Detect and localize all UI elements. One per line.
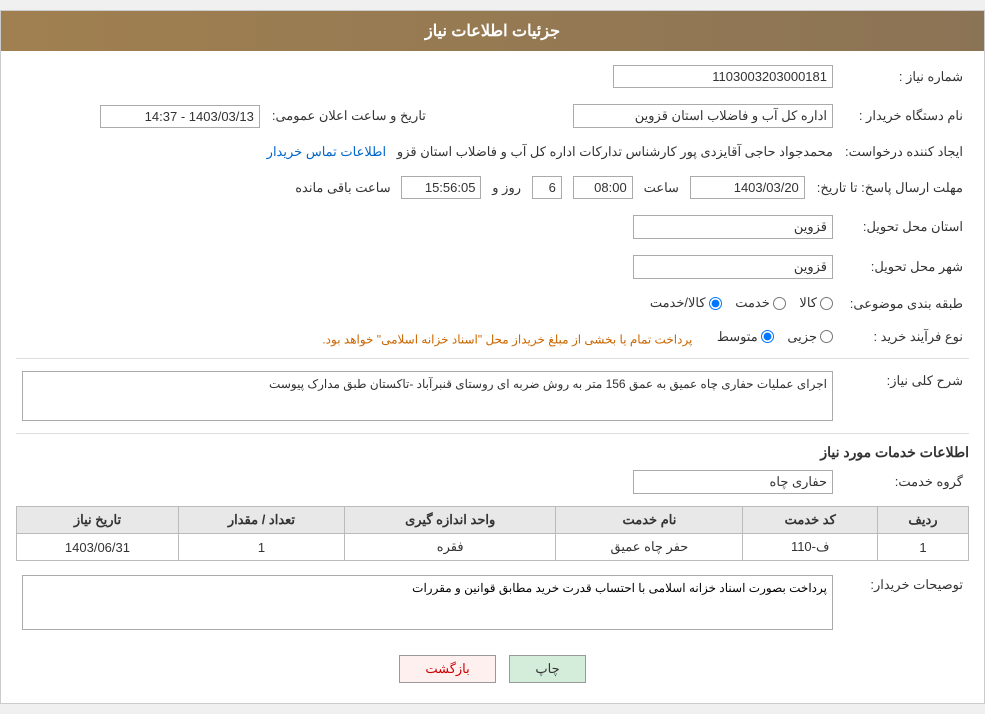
col-count: تعداد / مقدار — [178, 507, 344, 534]
need-number-value: 1103003203000181 — [16, 61, 839, 92]
service-group-display: حفاری چاه — [633, 470, 833, 494]
remaining-label: ساعت باقی مانده — [295, 180, 390, 195]
purchase-motawaset-option[interactable]: متوسط — [717, 329, 774, 345]
page-title: جزئیات اطلاعات نیاز — [425, 23, 560, 40]
city-label: شهر محل تحویل: — [839, 251, 969, 283]
announce-datetime-value: 1403/03/13 - 14:37 — [16, 100, 266, 132]
remaining-time: 15:56:05 — [401, 176, 481, 199]
province-display: قزوین — [633, 215, 833, 239]
city-value: قزوین — [16, 251, 839, 283]
purchase-jozyi-label: جزیی — [787, 329, 817, 345]
deadline-date: 1403/03/20 — [690, 176, 805, 199]
creator-contact-link[interactable]: اطلاعات تماس خریدار — [267, 144, 386, 159]
deadline-label: مهلت ارسال پاسخ: تا تاریخ: — [811, 172, 969, 203]
province-value: قزوین — [16, 211, 839, 243]
page-header: جزئیات اطلاعات نیاز — [1, 11, 984, 51]
service-group-value: حفاری چاه — [16, 466, 839, 498]
purchase-type-label: نوع فرآیند خرید : — [839, 325, 969, 351]
category-kala-radio[interactable] — [820, 297, 833, 310]
table-row: 1ف-110حفر چاه عمیقفقره11403/06/31 — [17, 534, 969, 561]
cell-row: 1 — [877, 534, 968, 561]
cell-unit: فقره — [344, 534, 555, 561]
page-wrapper: جزئیات اطلاعات نیاز شماره نیاز : 1103003… — [0, 10, 985, 704]
buyer-notes-value — [16, 571, 839, 637]
button-row: چاپ بازگشت — [16, 645, 969, 693]
services-table: ردیف کد خدمت نام خدمت واحد اندازه گیری ت… — [16, 506, 969, 561]
service-group-row: گروه خدمت: حفاری چاه — [16, 466, 969, 498]
cell-date: 1403/06/31 — [17, 534, 179, 561]
print-button[interactable]: چاپ — [509, 655, 585, 683]
services-info-title: اطلاعات خدمات مورد نیاز — [16, 444, 969, 461]
deadline-row: مهلت ارسال پاسخ: تا تاریخ: 1403/03/20 سا… — [16, 172, 969, 203]
purchase-jozyi-radio[interactable] — [820, 330, 833, 343]
col-code: کد خدمت — [743, 507, 878, 534]
divider-2 — [16, 433, 969, 434]
service-group-label: گروه خدمت: — [839, 466, 969, 498]
creator-value: محمدجواد حاجی آقایزدی پور کارشناس تدارکا… — [16, 140, 839, 164]
category-options: کالا خدمت کالا/خدمت — [16, 291, 839, 317]
cell-count: 1 — [178, 534, 344, 561]
cell-code: ف-110 — [743, 534, 878, 561]
purchase-motawaset-label: متوسط — [717, 329, 758, 345]
purchase-jozyi-option[interactable]: جزیی — [787, 329, 833, 345]
col-row: ردیف — [877, 507, 968, 534]
cell-name: حفر چاه عمیق — [556, 534, 743, 561]
need-number-label: شماره نیاز : — [839, 61, 969, 92]
deadline-values: 1403/03/20 ساعت 08:00 6 روز و 15:56:05 س… — [16, 172, 811, 203]
category-khedmat-label: خدمت — [735, 295, 770, 311]
deadline-days: 6 — [532, 176, 562, 199]
buyer-notes-row: توصیحات خریدار: — [16, 571, 969, 637]
purchase-note: پرداخت تمام یا بخشی از مبلغ خریداز محل "… — [322, 332, 692, 346]
announce-datetime-display: 1403/03/13 - 14:37 — [100, 105, 260, 128]
buyer-notes-textarea[interactable] — [22, 575, 833, 630]
buyer-notes-label: توصیحات خریدار: — [839, 571, 969, 637]
col-unit: واحد اندازه گیری — [344, 507, 555, 534]
main-content: شماره نیاز : 1103003203000181 نام دستگاه… — [1, 51, 984, 703]
need-number-display: 1103003203000181 — [613, 65, 833, 88]
buyer-announce-row: نام دستگاه خریدار : اداره کل آب و فاضلاب… — [16, 100, 969, 132]
need-description-label: شرح کلی نیاز: — [839, 367, 969, 425]
days-label: روز و — [492, 180, 521, 195]
buyer-org-label: نام دستگاه خریدار : — [839, 100, 969, 132]
category-khedmat-radio[interactable] — [773, 297, 786, 310]
purchase-type-row: نوع فرآیند خرید : جزیی متوسط پرداخت تمام… — [16, 325, 969, 351]
deadline-time: 08:00 — [573, 176, 633, 199]
creator-row: ایجاد کننده درخواست: محمدجواد حاجی آقایز… — [16, 140, 969, 164]
buyer-org-value: اداره کل آب و فاضلاب استان قزوین — [444, 100, 839, 132]
city-row: شهر محل تحویل: قزوین — [16, 251, 969, 283]
category-kala-label: کالا — [799, 295, 817, 311]
city-display: قزوین — [633, 255, 833, 279]
province-row: استان محل تحویل: قزوین — [16, 211, 969, 243]
category-khedmat-option[interactable]: خدمت — [735, 295, 786, 311]
creator-name: محمدجواد حاجی آقایزدی پور کارشناس تدارکا… — [397, 144, 833, 159]
category-kala-khedmat-option[interactable]: کالا/خدمت — [650, 295, 722, 311]
need-description-display: اجرای عملیات حفاری چاه عمیق به عمق 156 م… — [22, 371, 833, 421]
buyer-org-display: اداره کل آب و فاضلاب استان قزوین — [573, 104, 833, 128]
col-name: نام خدمت — [556, 507, 743, 534]
back-button[interactable]: بازگشت — [399, 655, 495, 683]
divider-1 — [16, 358, 969, 359]
purchase-motawaset-radio[interactable] — [761, 330, 774, 343]
province-label: استان محل تحویل: — [839, 211, 969, 243]
time-label: ساعت — [644, 180, 679, 195]
purchase-type-options: جزیی متوسط پرداخت تمام یا بخشی از مبلغ خ… — [16, 325, 839, 351]
creator-label: ایجاد کننده درخواست: — [839, 140, 969, 164]
need-number-row: شماره نیاز : 1103003203000181 — [16, 61, 969, 92]
announce-datetime-label: تاریخ و ساعت اعلان عمومی: — [266, 100, 432, 132]
need-description-value: اجرای عملیات حفاری چاه عمیق به عمق 156 م… — [16, 367, 839, 425]
category-kala-khedmat-label: کالا/خدمت — [650, 295, 706, 311]
col-date: تاریخ نیاز — [17, 507, 179, 534]
category-label: طبقه بندی موضوعی: — [839, 291, 969, 317]
category-kala-option[interactable]: کالا — [799, 295, 833, 311]
need-description-row: شرح کلی نیاز: اجرای عملیات حفاری چاه عمی… — [16, 367, 969, 425]
category-kala-khedmat-radio[interactable] — [709, 297, 722, 310]
category-row: طبقه بندی موضوعی: کالا خدمت کالا/خدمت — [16, 291, 969, 317]
